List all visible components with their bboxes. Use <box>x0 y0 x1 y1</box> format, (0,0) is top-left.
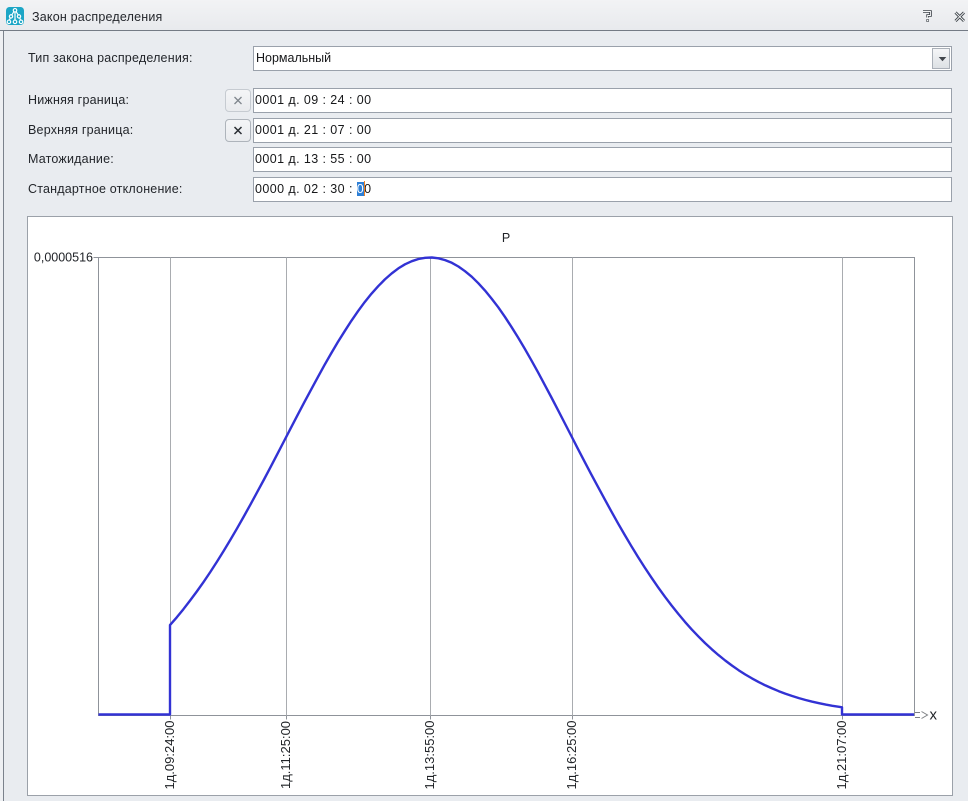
svg-text:x: x <box>930 707 938 724</box>
svg-text:P: P <box>502 231 510 245</box>
svg-text:0,0000516: 0,0000516 <box>34 251 93 265</box>
svg-text:1д.13:55:00: 1д.13:55:00 <box>422 720 437 789</box>
svg-text:1д.09:24:00: 1д.09:24:00 <box>162 720 177 789</box>
svg-text:1д.11:25:00: 1д.11:25:00 <box>278 721 293 789</box>
svg-text:1д.21:07:00: 1д.21:07:00 <box>834 720 849 789</box>
svg-text:1д.16:25:00: 1д.16:25:00 <box>564 720 579 789</box>
